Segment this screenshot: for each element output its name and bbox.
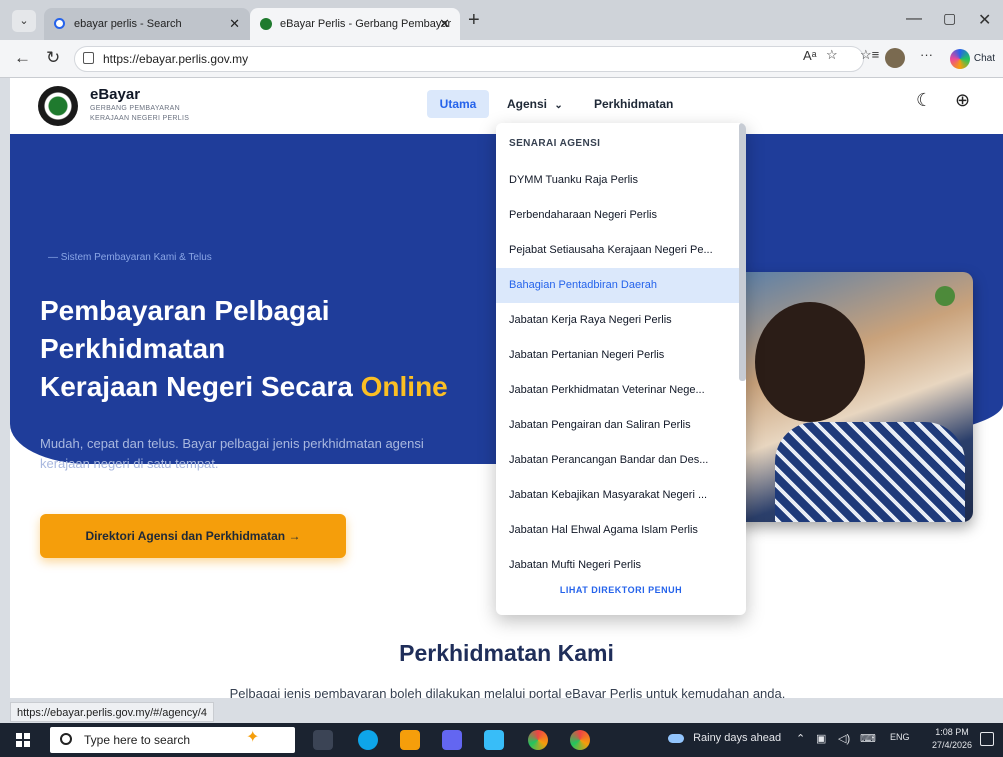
hero-title-line: Pembayaran Pelbagai [40,295,330,326]
services-description: Pelbagai jenis pembayaran boleh dilakuka… [229,686,786,698]
chevron-down-icon: ⌄ [554,100,563,111]
favorites-icon[interactable]: ☆≡ [860,47,879,63]
weather-text: Rainy days ahead [693,732,782,744]
theme-toggle-icon[interactable]: ☾ [916,90,932,111]
close-window-icon[interactable]: ✕ [978,10,991,30]
agency-dropdown: SENARAI AGENSI DYMM Tuanku Raja Perlis P… [496,123,746,615]
nav-agensi[interactable]: Agensi ⌄ [507,90,563,118]
nav-utama[interactable]: Utama [427,90,489,118]
copilot-label: Chat [973,53,995,64]
edge-icon[interactable] [358,730,378,750]
search-icon [60,733,72,745]
minimize-icon[interactable]: — [906,10,922,28]
photo-person-shirt [775,422,965,522]
store-icon[interactable] [442,730,462,750]
favorite-star-icon[interactable]: ☆ [826,47,838,63]
hero-title-line: Kerajaan Negeri Secara Online [40,368,480,406]
photo-person-head [755,302,865,422]
close-tab-icon[interactable]: ✕ [229,8,240,40]
system-clock[interactable]: 1:08 PM 27/4/2026 [930,726,974,752]
weather-app-icon[interactable] [484,730,504,750]
tray-chevron-icon[interactable]: ⌃ [796,732,805,745]
tab-title: eBayar Perlis - Gerbang Pembayar [280,18,452,30]
restore-icon[interactable]: ▢ [943,10,956,27]
volume-icon[interactable]: ◁) [838,732,850,745]
search-favicon-icon [54,18,65,29]
hero-title-accent: Online [360,371,448,402]
url-input[interactable]: https://ebayar.perlis.gov.my [74,46,864,72]
notification-icon[interactable] [980,732,994,746]
dropdown-scrollbar[interactable] [739,123,746,381]
brand-title: eBayar [90,86,141,103]
agency-item[interactable]: DYMM Tuanku Raja Perlis [496,163,739,198]
task-view-icon[interactable] [313,730,333,750]
tab-search[interactable]: ebayar perlis - Search ✕ [44,8,250,40]
nav-agensi-label: Agensi [507,97,548,111]
agency-item[interactable]: Jabatan Perancangan Bandar dan Des... [496,443,739,478]
hero-title-line: Perkhidmatan [40,333,226,364]
copilot-icon [950,49,970,69]
close-tab-icon[interactable]: ✕ [439,8,450,40]
address-bar: ← ↻ https://ebayar.perlis.gov.my Aᵃ ☆ ☆≡… [0,40,1003,78]
ebayar-favicon-icon [260,18,272,30]
keyboard-icon[interactable]: ⌨ [860,732,876,745]
directory-cta-button[interactable]: Direktori Agensi dan Perkhidmatan → [40,514,346,558]
dropdown-header: SENARAI AGENSI [509,138,601,149]
tab-actions-button[interactable]: ⌄ [12,10,36,32]
more-icon[interactable]: ··· [920,47,933,62]
hero-kicker: — Sistem Pembayaran Kami & Telus [48,252,212,263]
sparkle-icon[interactable]: ✦ [246,727,259,747]
lock-icon [83,52,94,64]
chrome-icon[interactable] [528,730,548,750]
agency-list: DYMM Tuanku Raja Perlis Perbendaharaan N… [496,163,739,583]
network-icon[interactable]: ▣ [816,732,826,745]
windows-taskbar: Type here to search ✦ Rainy days ahead ⌃… [0,723,1003,757]
refresh-icon[interactable]: ↻ [46,48,60,68]
profile-avatar[interactable] [885,48,905,68]
view-full-directory-link[interactable]: LIHAT DIREKTORI PENUH [496,585,746,595]
agency-item[interactable]: Jabatan Pertanian Negeri Perlis [496,338,739,373]
agency-item-hovered[interactable]: Bahagian Pentadbiran Daerah [496,268,739,303]
agency-item[interactable]: Jabatan Pengairan dan Saliran Perlis [496,408,739,443]
page-viewport: eBayar GERBANG PEMBAYARAN KERAJAAN NEGER… [10,78,1003,698]
brand-subtitle: GERBANG PEMBAYARAN [90,105,180,112]
hero-title: Pembayaran Pelbagai Perkhidmatan Kerajaa… [40,292,480,406]
site-logo[interactable] [38,86,78,126]
hero-photo [735,272,973,522]
copilot-button[interactable]: Chat [950,48,998,70]
clock-time: 1:08 PM [935,727,969,737]
status-link-preview: https://ebayar.perlis.gov.my/#/agency/4 [10,702,214,722]
globe-icon[interactable]: ⊕ [955,90,970,111]
chrome-icon-2[interactable] [570,730,590,750]
cloud-rain-icon [668,733,684,743]
services-title: Perkhidmatan Kami [399,640,614,666]
tab-title: ebayar perlis - Search [74,18,182,30]
brand-subtitle-2: KERAJAAN NEGERI PERLIS [90,115,190,122]
windows-start-icon[interactable] [16,733,30,747]
back-icon[interactable]: ← [14,48,31,68]
read-aloud-icon[interactable]: Aᵃ [803,48,817,63]
clock-date: 27/4/2026 [931,740,973,750]
hero-title-line-3: Kerajaan Negeri Secara [40,371,353,402]
agency-item[interactable]: Jabatan Hal Ehwal Agama Islam Perlis [496,513,739,548]
agency-item[interactable]: Perbendaharaan Negeri Perlis [496,198,739,233]
agency-item[interactable]: Jabatan Kerja Raya Negeri Perlis [496,303,739,338]
agency-item[interactable]: Pejabat Setiausaha Kerajaan Negeri Pe... [496,233,739,268]
agency-item[interactable]: Jabatan Perkhidmatan Veterinar Nege... [496,373,739,408]
weather-widget[interactable]: Rainy days ahead [668,732,781,744]
url-text: https://ebayar.perlis.gov.my [103,52,249,66]
file-explorer-icon[interactable] [400,730,420,750]
new-tab-icon[interactable]: + [468,10,480,30]
language-indicator[interactable]: ENG [890,732,910,742]
nav-perkhidmatan[interactable]: Perkhidmatan [594,90,673,118]
agency-item[interactable]: Jabatan Kebajikan Masyarakat Negeri ... [496,478,739,513]
browser-tab-strip: ⌄ ebayar perlis - Search ✕ eBayar Perlis… [0,0,1003,40]
taskbar-search-placeholder: Type here to search [84,733,191,747]
hero-description: Mudah, cepat dan telus. Bayar pelbagai j… [40,436,424,471]
tab-ebayar[interactable]: eBayar Perlis - Gerbang Pembayar ✕ [250,8,460,40]
photo-badge-icon [935,286,955,306]
agency-item[interactable]: Jabatan Mufti Negeri Perlis [496,548,739,583]
